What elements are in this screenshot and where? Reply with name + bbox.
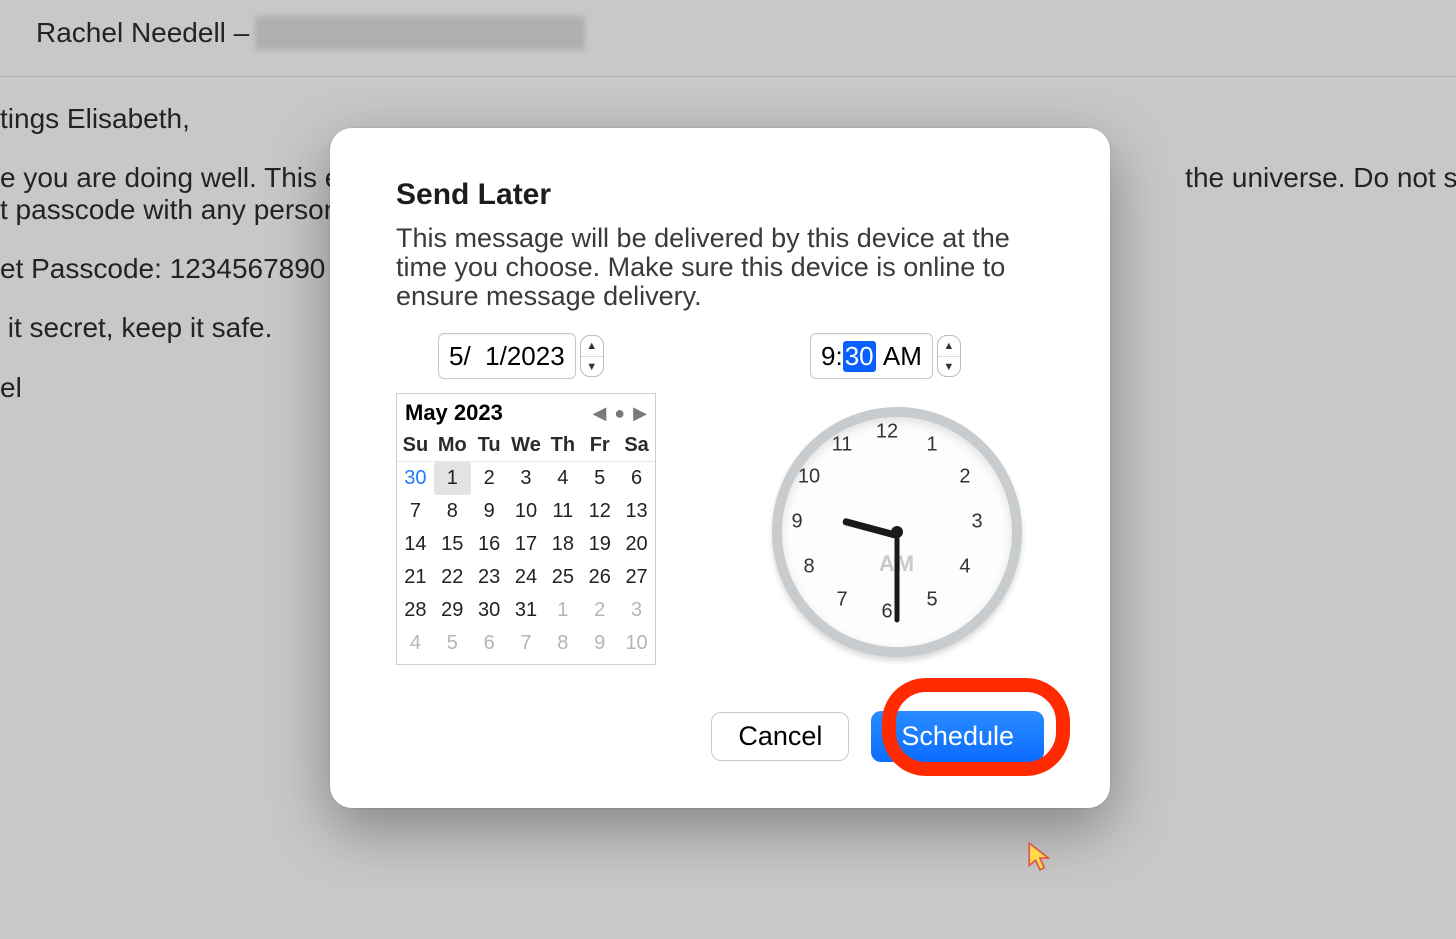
calendar-dow: Sa <box>618 430 655 462</box>
calendar-day[interactable]: 10 <box>618 627 655 660</box>
calendar-day[interactable]: 19 <box>581 528 618 561</box>
clock-number: 10 <box>796 466 822 489</box>
calendar-dow: Th <box>544 430 581 462</box>
calendar-day[interactable]: 1 <box>434 462 471 495</box>
email-header: Rachel Needell – <box>0 0 1456 77</box>
clock-number: 3 <box>964 511 990 534</box>
schedule-button[interactable]: Schedule <box>871 711 1044 762</box>
calendar-day[interactable]: 10 <box>508 495 545 528</box>
calendar-dow: Mo <box>434 430 471 462</box>
calendar-day[interactable]: 26 <box>581 561 618 594</box>
time-field[interactable]: 9:30 AM <box>810 333 933 379</box>
calendar-prev-icon[interactable]: ◀ <box>592 403 606 424</box>
clock-number: 4 <box>952 556 978 579</box>
calendar-day[interactable]: 30 <box>397 462 434 495</box>
clock-number: 7 <box>829 589 855 612</box>
dialog-title: Send Later <box>396 178 1044 212</box>
calendar-day[interactable]: 8 <box>544 627 581 660</box>
calendar-day[interactable]: 25 <box>544 561 581 594</box>
clock-center-pin <box>891 526 903 538</box>
calendar-dow: Tu <box>471 430 508 462</box>
calendar-today-icon[interactable]: ● <box>614 403 625 424</box>
calendar-day[interactable]: 3 <box>508 462 545 495</box>
calendar-dow: We <box>508 430 545 462</box>
clock-number: 8 <box>796 556 822 579</box>
from-name: Rachel Needell – <box>0 17 249 49</box>
calendar-day[interactable]: 6 <box>471 627 508 660</box>
clock-number: 12 <box>874 421 900 444</box>
calendar-day[interactable]: 7 <box>397 495 434 528</box>
calendar-day[interactable]: 13 <box>618 495 655 528</box>
calendar-day[interactable]: 1 <box>544 594 581 627</box>
dialog-description: This message will be delivered by this d… <box>396 224 1044 311</box>
calendar-day[interactable]: 20 <box>618 528 655 561</box>
send-later-dialog: Send Later This message will be delivere… <box>330 128 1110 808</box>
analog-clock[interactable]: AM 121234567891011 <box>772 407 1022 657</box>
time-stepper[interactable]: ▲ ▼ <box>937 335 961 377</box>
stepper-up-icon[interactable]: ▲ <box>581 336 603 357</box>
calendar-day[interactable]: 30 <box>471 594 508 627</box>
calendar: May 2023 ◀ ● ▶ SuMoTuWeThFrSa30123456789… <box>396 393 656 665</box>
calendar-day[interactable]: 3 <box>618 594 655 627</box>
calendar-day[interactable]: 4 <box>544 462 581 495</box>
calendar-day[interactable]: 17 <box>508 528 545 561</box>
date-stepper[interactable]: ▲ ▼ <box>580 335 604 377</box>
calendar-day[interactable]: 28 <box>397 594 434 627</box>
stepper-down-icon[interactable]: ▼ <box>938 357 960 377</box>
calendar-day[interactable]: 5 <box>581 462 618 495</box>
calendar-day[interactable]: 31 <box>508 594 545 627</box>
calendar-day[interactable]: 14 <box>397 528 434 561</box>
calendar-day[interactable]: 2 <box>471 462 508 495</box>
calendar-day[interactable]: 8 <box>434 495 471 528</box>
calendar-day[interactable]: 4 <box>397 627 434 660</box>
calendar-day[interactable]: 29 <box>434 594 471 627</box>
calendar-day[interactable]: 23 <box>471 561 508 594</box>
calendar-dow: Su <box>397 430 434 462</box>
clock-number: 5 <box>919 589 945 612</box>
stepper-down-icon[interactable]: ▼ <box>581 357 603 377</box>
calendar-day[interactable]: 7 <box>508 627 545 660</box>
calendar-month-label: May 2023 <box>405 400 592 426</box>
calendar-dow: Fr <box>581 430 618 462</box>
calendar-day[interactable]: 9 <box>471 495 508 528</box>
calendar-day[interactable]: 27 <box>618 561 655 594</box>
calendar-day[interactable]: 22 <box>434 561 471 594</box>
calendar-day[interactable]: 2 <box>581 594 618 627</box>
calendar-day[interactable]: 24 <box>508 561 545 594</box>
clock-number: 6 <box>874 601 900 624</box>
date-field[interactable]: 5/ 1/2023 <box>438 333 576 379</box>
calendar-day[interactable]: 12 <box>581 495 618 528</box>
calendar-day[interactable]: 15 <box>434 528 471 561</box>
clock-number: 1 <box>919 433 945 456</box>
redacted-address <box>255 16 585 50</box>
calendar-day[interactable]: 11 <box>544 495 581 528</box>
calendar-day[interactable]: 21 <box>397 561 434 594</box>
cursor-icon <box>1028 842 1054 872</box>
calendar-next-icon[interactable]: ▶ <box>633 403 647 424</box>
clock-hour-hand[interactable] <box>842 518 898 539</box>
calendar-day[interactable]: 16 <box>471 528 508 561</box>
stepper-up-icon[interactable]: ▲ <box>938 336 960 357</box>
calendar-day[interactable]: 9 <box>581 627 618 660</box>
calendar-day[interactable]: 5 <box>434 627 471 660</box>
clock-number: 2 <box>952 466 978 489</box>
calendar-day[interactable]: 18 <box>544 528 581 561</box>
clock-number: 9 <box>784 511 810 534</box>
cancel-button[interactable]: Cancel <box>711 712 849 761</box>
calendar-day[interactable]: 6 <box>618 462 655 495</box>
clock-number: 11 <box>829 433 855 456</box>
